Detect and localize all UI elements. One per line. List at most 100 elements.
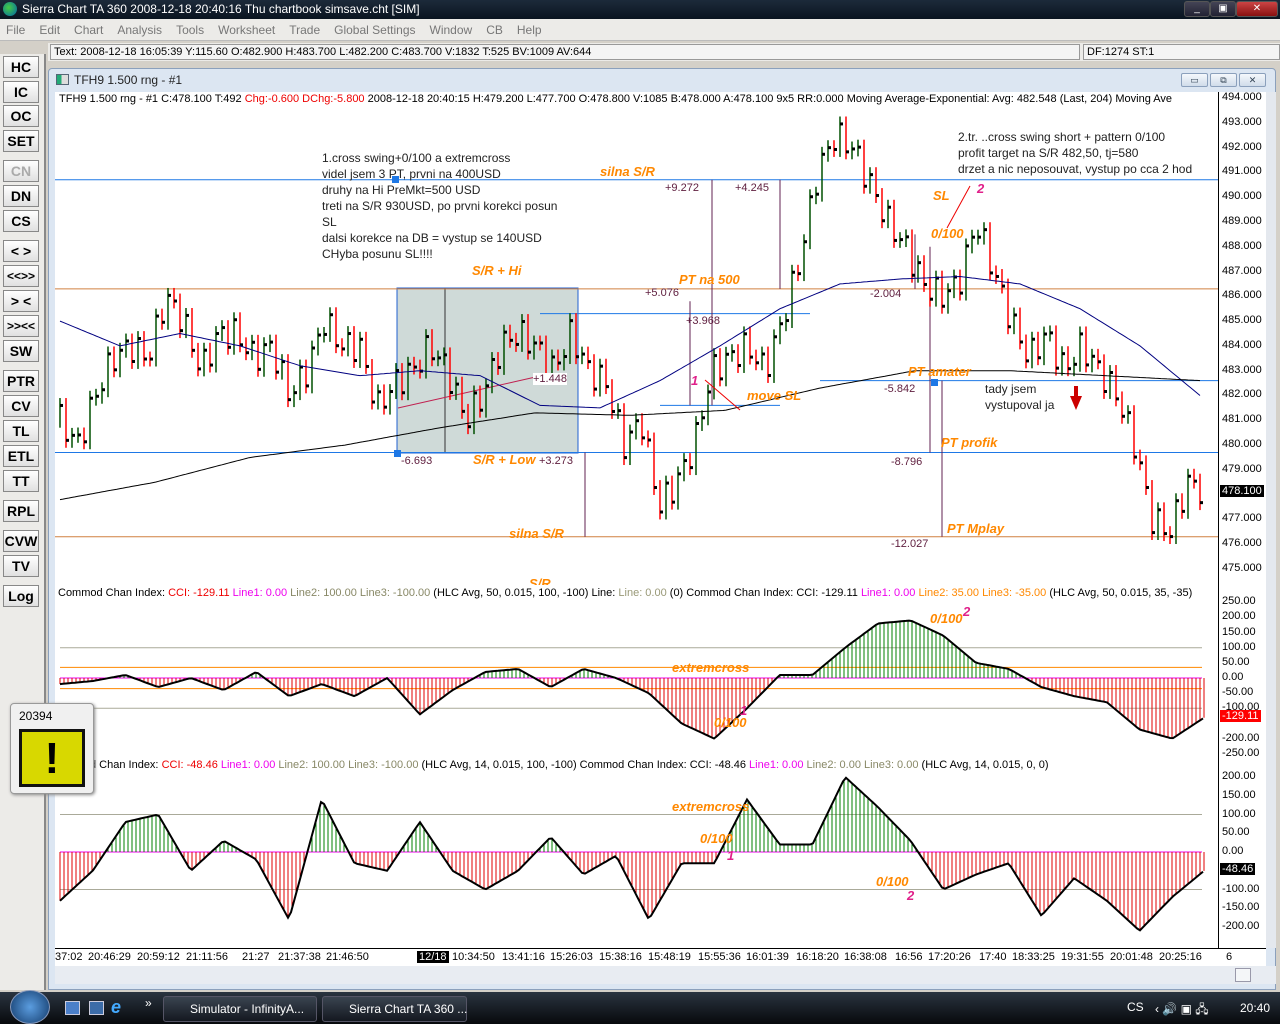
- show-desktop-icon[interactable]: [65, 1001, 80, 1015]
- close-tick: [222, 326, 225, 330]
- label-cci2-0-100: 0/100: [700, 831, 733, 846]
- close-tick: [606, 385, 609, 389]
- close-tick: [456, 382, 459, 386]
- close-tick: [318, 333, 321, 337]
- close-tick: [354, 359, 357, 363]
- taskbar-item-simulator[interactable]: Simulator - InfinityA...: [163, 996, 317, 1022]
- close-tick: [78, 433, 81, 437]
- tray-icons[interactable]: ‹ 🔊 ▣ 🖧: [1155, 1000, 1209, 1021]
- close-tick: [126, 339, 129, 343]
- close-tick: [498, 365, 501, 369]
- label-cci1-2: 2: [963, 604, 971, 619]
- close-tick: [846, 150, 849, 154]
- close-tick: [486, 384, 489, 388]
- label-sl: SL: [933, 188, 950, 203]
- close-tick: [1134, 455, 1137, 459]
- close-tick: [774, 335, 777, 339]
- close-tick: [1092, 354, 1095, 358]
- measure-label: -5.842: [884, 383, 916, 395]
- close-tick: [564, 355, 567, 359]
- close-tick: [786, 319, 789, 323]
- close-tick: [414, 365, 417, 369]
- close-tick: [360, 337, 363, 341]
- internet-explorer-icon[interactable]: e: [111, 997, 121, 1018]
- close-tick: [1158, 508, 1161, 512]
- close-tick: [588, 360, 591, 364]
- label-cci2-0-100b: 0/100: [876, 874, 909, 889]
- close-tick: [276, 370, 279, 374]
- close-tick: [1026, 359, 1029, 363]
- close-tick: [1086, 363, 1089, 367]
- switch-windows-icon[interactable]: [89, 1001, 104, 1015]
- close-tick: [534, 341, 537, 345]
- close-tick: [612, 409, 615, 413]
- close-tick: [684, 459, 687, 463]
- close-tick: [1128, 411, 1131, 415]
- quicklaunch-more-icon[interactable]: »: [145, 996, 152, 1010]
- cci1-tick: -200.00: [1222, 731, 1260, 744]
- close-tick: [762, 352, 765, 356]
- close-tick: [654, 486, 657, 490]
- time-label: 21:11:56: [186, 951, 229, 963]
- close-tick: [642, 436, 645, 440]
- close-tick: [288, 398, 291, 402]
- cci2-tick: 200.00: [1222, 770, 1256, 782]
- warning-icon: !: [19, 729, 85, 787]
- cci2-tick: -100.00: [1222, 882, 1260, 895]
- start-button[interactable]: [10, 990, 50, 1024]
- close-tick: [948, 289, 951, 293]
- close-tick: [60, 403, 63, 407]
- price-tick: 489.000: [1222, 214, 1262, 227]
- price-tick: 492.000: [1222, 140, 1262, 153]
- label-1: 1: [691, 373, 699, 388]
- time-label: 6: [1226, 951, 1233, 963]
- measure-label: +1.448: [533, 373, 567, 385]
- close-tick: [162, 320, 165, 324]
- close-tick: [732, 350, 735, 354]
- clock[interactable]: 20:40: [1240, 1001, 1270, 1015]
- price-tick: 479.000: [1222, 462, 1262, 475]
- taskbar-item-sierra-chart[interactable]: Sierra Chart TA 360 ...: [322, 996, 467, 1022]
- time-label: 21:27: [242, 951, 270, 963]
- close-tick: [978, 235, 981, 239]
- close-tick: [1140, 461, 1143, 465]
- close-tick: [1074, 362, 1077, 366]
- time-label: 16:01:39: [746, 951, 789, 963]
- close-tick: [336, 344, 339, 348]
- label-move-sl: move SL: [747, 388, 802, 403]
- close-tick: [270, 340, 273, 344]
- close-tick: [294, 391, 297, 395]
- close-tick: [630, 430, 633, 434]
- close-tick: [912, 273, 915, 277]
- close-tick: [966, 244, 969, 248]
- close-tick: [384, 405, 387, 409]
- label-pt-500: PT na 500: [679, 272, 740, 287]
- close-tick: [312, 346, 315, 350]
- note-exit: tady jsem vystupoval ja: [985, 382, 1055, 412]
- close-tick: [1002, 284, 1005, 288]
- alert-indicator[interactable]: 20394 !: [10, 703, 94, 794]
- label-pt-mplay: PT Mplay: [947, 521, 1005, 536]
- close-tick: [996, 274, 999, 278]
- time-label: 15:48:19: [648, 951, 691, 963]
- close-tick: [1200, 501, 1203, 505]
- price-tick: 486.000: [1222, 289, 1262, 302]
- label-cci2-2: 2: [907, 888, 915, 903]
- language-indicator[interactable]: CS: [1127, 1000, 1144, 1014]
- close-tick: [348, 332, 351, 336]
- label-sr-cut: S/R: [529, 576, 551, 585]
- close-tick: [234, 318, 237, 322]
- measure-label: -8.796: [891, 456, 923, 468]
- close-tick: [1050, 331, 1053, 335]
- close-tick: [462, 409, 465, 413]
- close-tick: [594, 387, 597, 391]
- price-tick: 475.000: [1222, 562, 1262, 574]
- cci2-tick: -200.00: [1222, 920, 1260, 932]
- close-tick: [228, 345, 231, 349]
- close-tick: [1194, 479, 1197, 483]
- close-tick: [132, 359, 135, 363]
- close-tick: [408, 362, 411, 366]
- close-tick: [120, 348, 123, 352]
- close-tick: [600, 364, 603, 368]
- cci1-tick: 200.00: [1222, 610, 1256, 623]
